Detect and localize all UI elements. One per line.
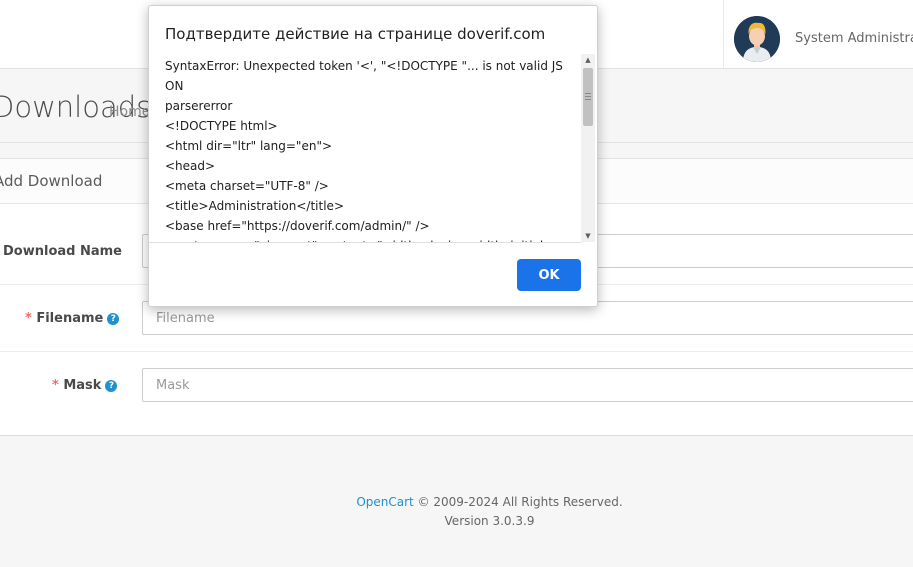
row-divider (0, 351, 913, 352)
required-marker: * (25, 311, 32, 326)
grip-line (585, 93, 591, 94)
question-circle-icon[interactable]: ? (107, 313, 120, 325)
dialog-title: Подтвердите действие на странице doverif… (165, 25, 546, 43)
grip-line (585, 99, 591, 100)
user-name[interactable]: System Administrator (795, 31, 913, 46)
confirm-dialog: Подтвердите действие на странице doverif… (148, 5, 598, 307)
footer-version: Version 3.0.3.9 (444, 514, 535, 528)
scrollbar-thumb[interactable] (583, 68, 593, 126)
mask-input[interactable] (142, 368, 913, 402)
copyright-text: © 2009-2024 All Rights Reserved. (413, 495, 623, 509)
dialog-message-area[interactable]: SyntaxError: Unexpected token '<', "<!DO… (149, 54, 581, 243)
arrow-up-icon[interactable]: ▲ (581, 54, 595, 66)
dialog-scrollbar[interactable]: ▲ ▼ (581, 54, 595, 242)
footer: OpenCart © 2009-2024 All Rights Reserved… (0, 493, 913, 531)
dialog-message: SyntaxError: Unexpected token '<', "<!DO… (165, 59, 563, 242)
question-circle-icon[interactable]: ? (105, 380, 118, 392)
mask-label-text: Mask (63, 378, 102, 393)
filename-label: * Filename? (25, 311, 120, 326)
required-marker: * (52, 378, 59, 393)
breadcrumb-home[interactable]: Home (109, 104, 150, 120)
user-menu[interactable]: System Administrator (723, 0, 913, 68)
download-name-label: Download Name (3, 244, 122, 259)
arrow-down-icon[interactable]: ▼ (581, 230, 595, 242)
opencart-link[interactable]: OpenCart (356, 495, 413, 509)
panel-title: Add Download (0, 172, 103, 190)
mask-label: * Mask? (52, 378, 118, 393)
filename-label-text: Filename (36, 311, 104, 326)
avatar[interactable] (734, 16, 780, 62)
grip-line (585, 96, 591, 97)
footer-copyright: OpenCart © 2009-2024 All Rights Reserved… (0, 493, 913, 512)
ok-button[interactable]: OK (517, 259, 581, 291)
